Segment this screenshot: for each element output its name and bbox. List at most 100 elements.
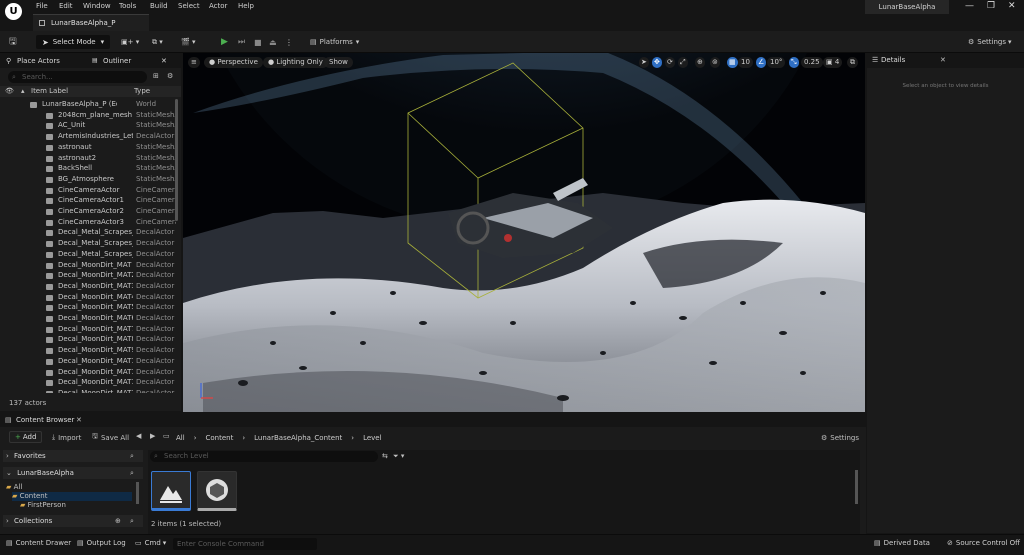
outliner-row[interactable]: Decal_MoonDirt_MAT12 DecalActor [0, 377, 178, 388]
menu-select[interactable]: Select [178, 2, 200, 10]
asset-search-input[interactable]: ⌕ Search Level [150, 451, 378, 462]
add-content-icon[interactable]: ▣+ ▾ [121, 35, 139, 49]
column-type[interactable]: Type [134, 86, 150, 97]
play-icon[interactable]: ▶ [221, 35, 228, 49]
search-icon[interactable]: ⌕ [130, 467, 134, 479]
save-search-icon[interactable]: ⇆ [382, 452, 388, 460]
grid-size-value[interactable]: 10 [738, 57, 753, 68]
tree-item-all[interactable]: ▰ All [6, 483, 22, 492]
close-icon[interactable]: ✕ [161, 55, 167, 67]
outliner-row[interactable]: Decal_MoonDirt_MAT4 DecalActor [0, 292, 178, 303]
outliner-row[interactable]: CineCameraActor CineCameraActor [0, 185, 178, 196]
project-section[interactable]: ⌄ LunarBaseAlpha ⌕ [3, 467, 143, 479]
outliner-row[interactable]: CineCameraActor3 CineCameraActor [0, 217, 178, 228]
source-control-button[interactable]: ⊘ Source Control Off [947, 539, 1020, 547]
close-icon[interactable]: ✕ [1008, 1, 1016, 11]
import-button[interactable]: ⤓ Import [52, 432, 81, 443]
add-folder-icon[interactable]: ⊞ [153, 72, 159, 80]
scale-tool-icon[interactable]: ⤢ [678, 57, 688, 68]
close-icon[interactable]: ✕ [76, 416, 82, 424]
breadcrumb-level[interactable]: Level [363, 434, 381, 442]
outliner-row[interactable]: Decal_Metal_Scrapes_MDecalActor [0, 249, 178, 260]
level-viewport[interactable]: ≡ ● Perspective ● Lighting Only Show ➤ ✥… [183, 53, 865, 412]
outliner-row[interactable]: Decal_MoonDirt_MAT9 DecalActor [0, 345, 178, 356]
tab-details[interactable]: Details [881, 56, 905, 64]
breadcrumb-all[interactable]: All [176, 434, 185, 442]
translate-tool-icon[interactable]: ✥ [652, 57, 662, 68]
outliner-row[interactable]: astronaut2 StaticMeshActor [0, 153, 178, 164]
add-collection-icon[interactable]: ⊕ [115, 515, 121, 527]
tab-outliner[interactable]: Outliner [103, 55, 131, 67]
viewport-menu-icon[interactable]: ≡ [188, 57, 200, 68]
outliner-row[interactable]: Decal_MoonDirt_MAT13 DecalActor [0, 388, 178, 393]
outliner-row[interactable]: Decal_MoonDirt_MAT6 DecalActor [0, 313, 178, 324]
gear-icon[interactable]: ⚙ [167, 72, 173, 80]
output-log-button[interactable]: ▤ Output Log [77, 539, 126, 547]
rotation-snap-value[interactable]: 10° [767, 57, 786, 68]
outliner-row[interactable]: Decal_MoonDirt_MAT5 DecalActor [0, 302, 178, 313]
filter-icon[interactable]: ⏷ ▾ [393, 452, 404, 461]
menu-actor[interactable]: Actor [209, 2, 227, 10]
menu-help[interactable]: Help [238, 2, 254, 10]
tree-item-content[interactable]: ▰ Content [12, 492, 132, 501]
outliner-row[interactable]: ArtemisIndustries_LettersDecalActor [0, 131, 178, 142]
outliner-row[interactable]: CineCameraActor1 CineCameraActor [0, 195, 178, 206]
outliner-row[interactable]: AC_Unit StaticMeshActor [0, 120, 178, 131]
asset-scrollbar[interactable] [855, 470, 858, 504]
tab-level[interactable]: LunarBaseAlpha_P [33, 14, 149, 31]
menu-tools[interactable]: Tools [119, 2, 136, 10]
menu-build[interactable]: Build [150, 2, 168, 10]
settings-button[interactable]: ⚙ Settings ▾ [968, 35, 1012, 49]
tree-scrollbar[interactable] [136, 482, 139, 504]
close-icon[interactable]: ✕ [940, 56, 946, 64]
outliner-row[interactable]: CineCameraActor2 CineCameraActor [0, 206, 178, 217]
search-icon[interactable]: ⌕ [130, 450, 134, 462]
outliner-row[interactable]: BackShell StaticMeshActor [0, 163, 178, 174]
menu-window[interactable]: Window [83, 2, 111, 10]
cmd-dropdown[interactable]: ▭ Cmd ▾ [135, 539, 166, 547]
select-tool-icon[interactable]: ➤ [639, 57, 649, 68]
outliner-row[interactable]: Decal_MoonDirt_MAT11 DecalActor [0, 367, 178, 378]
favorites-section[interactable]: › Favorites ⌕ [3, 450, 143, 462]
maximize-viewport-icon[interactable]: ⧉ [847, 57, 858, 68]
grid-snap-icon[interactable]: ▦ [727, 57, 738, 68]
step-icon[interactable]: ⏭ [238, 35, 245, 49]
scale-snap-icon[interactable]: ⤡ [789, 57, 799, 68]
minimize-icon[interactable]: — [965, 1, 974, 11]
select-mode-dropdown[interactable]: ➤ Select Mode ▾ [36, 35, 111, 49]
outliner-search-input[interactable]: ⌕ Search... [8, 71, 147, 83]
lighting-mode-button[interactable]: ● Lighting Only [263, 57, 328, 68]
cb-settings-button[interactable]: ⚙ Settings [821, 432, 859, 443]
tab-place-actors[interactable]: Place Actors [17, 55, 60, 67]
breadcrumb-content[interactable]: Content [206, 434, 234, 442]
menu-edit[interactable]: Edit [59, 2, 73, 10]
blueprints-icon[interactable]: ⧉ ▾ [152, 35, 163, 49]
camera-speed-button[interactable]: ▣ 4 [823, 57, 843, 68]
tree-item-firstperson[interactable]: ▰ FirstPerson [20, 501, 66, 510]
column-item-label[interactable]: Item Label [31, 86, 68, 97]
search-icon[interactable]: ⌕ [130, 515, 134, 527]
outliner-row[interactable]: Decal_MoonDirt_MAT7 DecalActor [0, 324, 178, 335]
cinematics-icon[interactable]: 🎬 ▾ [181, 35, 195, 49]
maximize-icon[interactable]: ❐ [987, 1, 995, 11]
more-options-icon[interactable]: ⋮ [285, 35, 293, 49]
eject-icon[interactable]: ⏏ [269, 35, 277, 49]
surface-snap-icon[interactable]: ⊚ [710, 57, 720, 68]
world-space-icon[interactable]: ⊕ [695, 57, 705, 68]
outliner-row[interactable]: 2048cm_plane_meshStaticMeshActor [0, 110, 178, 121]
outliner-row[interactable]: Decal_Metal_Scrapes_MDecalActor [0, 227, 178, 238]
outliner-scrollbar[interactable] [175, 99, 178, 221]
asset-level-thumbnail[interactable] [151, 471, 191, 511]
outliner-row[interactable]: Decal_MoonDirt_MAT2 DecalActor [0, 270, 178, 281]
outliner-row[interactable]: Decal_MoonDirt_MAT10 DecalActor [0, 356, 178, 367]
platforms-button[interactable]: ▤ Platforms ▾ [310, 35, 359, 49]
content-drawer-button[interactable]: ▤ Content Drawer [6, 539, 71, 547]
outliner-row[interactable]: BG_Atmosphere StaticMeshActor [0, 174, 178, 185]
outliner-row[interactable]: Decal_MoonDirt_MAT DecalActor [0, 260, 178, 271]
outliner-row[interactable]: Decal_MoonDirt_MAT3 DecalActor [0, 281, 178, 292]
scale-snap-value[interactable]: 0.25 [801, 57, 823, 68]
unreal-logo-icon[interactable]: U [5, 3, 22, 20]
menu-file[interactable]: File [36, 2, 48, 10]
forward-icon[interactable]: ▶ [150, 432, 155, 440]
perspective-button[interactable]: ● Perspective [204, 57, 263, 68]
